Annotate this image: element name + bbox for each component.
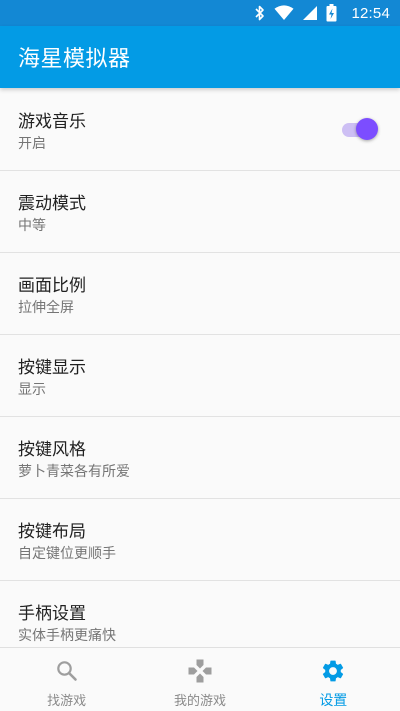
status-time: 12:54 (351, 4, 390, 22)
settings-list: 游戏音乐 开启 震动模式 中等 画面比例 拉伸全屏 按键显示 显示 按键风格 萝… (0, 89, 400, 647)
nav-settings[interactable]: 设置 (267, 648, 400, 711)
setting-game-music[interactable]: 游戏音乐 开启 (0, 89, 400, 171)
nav-my-games[interactable]: 我的游戏 (133, 648, 266, 711)
app-title: 海星模拟器 (18, 47, 131, 72)
setting-title: 按键显示 (18, 358, 86, 378)
setting-title: 按键风格 (18, 440, 86, 460)
setting-value: 显示 (18, 382, 46, 398)
toggle-thumb (356, 118, 378, 140)
gamepad-icon (187, 658, 213, 684)
status-icons: 12:54 (254, 4, 390, 22)
setting-aspect-ratio[interactable]: 画面比例 拉伸全屏 (0, 253, 400, 335)
setting-value: 实体手柄更痛快 (18, 628, 116, 644)
cell-signal-icon (302, 5, 318, 21)
nav-label: 我的游戏 (173, 694, 226, 709)
battery-charging-icon (326, 4, 337, 22)
setting-title: 按键布局 (18, 522, 86, 542)
bluetooth-icon (254, 5, 266, 21)
setting-gamepad[interactable]: 手柄设置 实体手柄更痛快 (0, 581, 400, 647)
nav-find-games[interactable]: 找游戏 (0, 648, 133, 711)
wifi-icon (274, 5, 294, 21)
bottom-nav: 找游戏 我的游戏 设置 (0, 647, 400, 711)
setting-button-display[interactable]: 按键显示 显示 (0, 335, 400, 417)
setting-title: 画面比例 (18, 276, 86, 296)
setting-value: 中等 (18, 218, 46, 234)
setting-value: 拉伸全屏 (18, 300, 74, 316)
nav-label: 设置 (319, 693, 348, 709)
setting-button-style[interactable]: 按键风格 萝卜青菜各有所爱 (0, 417, 400, 499)
setting-button-layout[interactable]: 按键布局 自定键位更顺手 (0, 499, 400, 581)
status-bar: 12:54 (0, 0, 400, 26)
setting-value: 开启 (18, 136, 46, 152)
gear-icon (320, 658, 346, 684)
search-icon (55, 658, 79, 684)
nav-label: 找游戏 (47, 694, 87, 709)
setting-title: 震动模式 (18, 194, 86, 214)
setting-value: 自定键位更顺手 (18, 546, 116, 562)
setting-value: 萝卜青菜各有所爱 (18, 464, 130, 480)
setting-title: 游戏音乐 (18, 112, 86, 132)
setting-vibration-mode[interactable]: 震动模式 中等 (0, 171, 400, 253)
app-bar: 海星模拟器 (0, 26, 400, 88)
game-music-toggle[interactable] (342, 118, 378, 140)
setting-title: 手柄设置 (18, 604, 86, 624)
